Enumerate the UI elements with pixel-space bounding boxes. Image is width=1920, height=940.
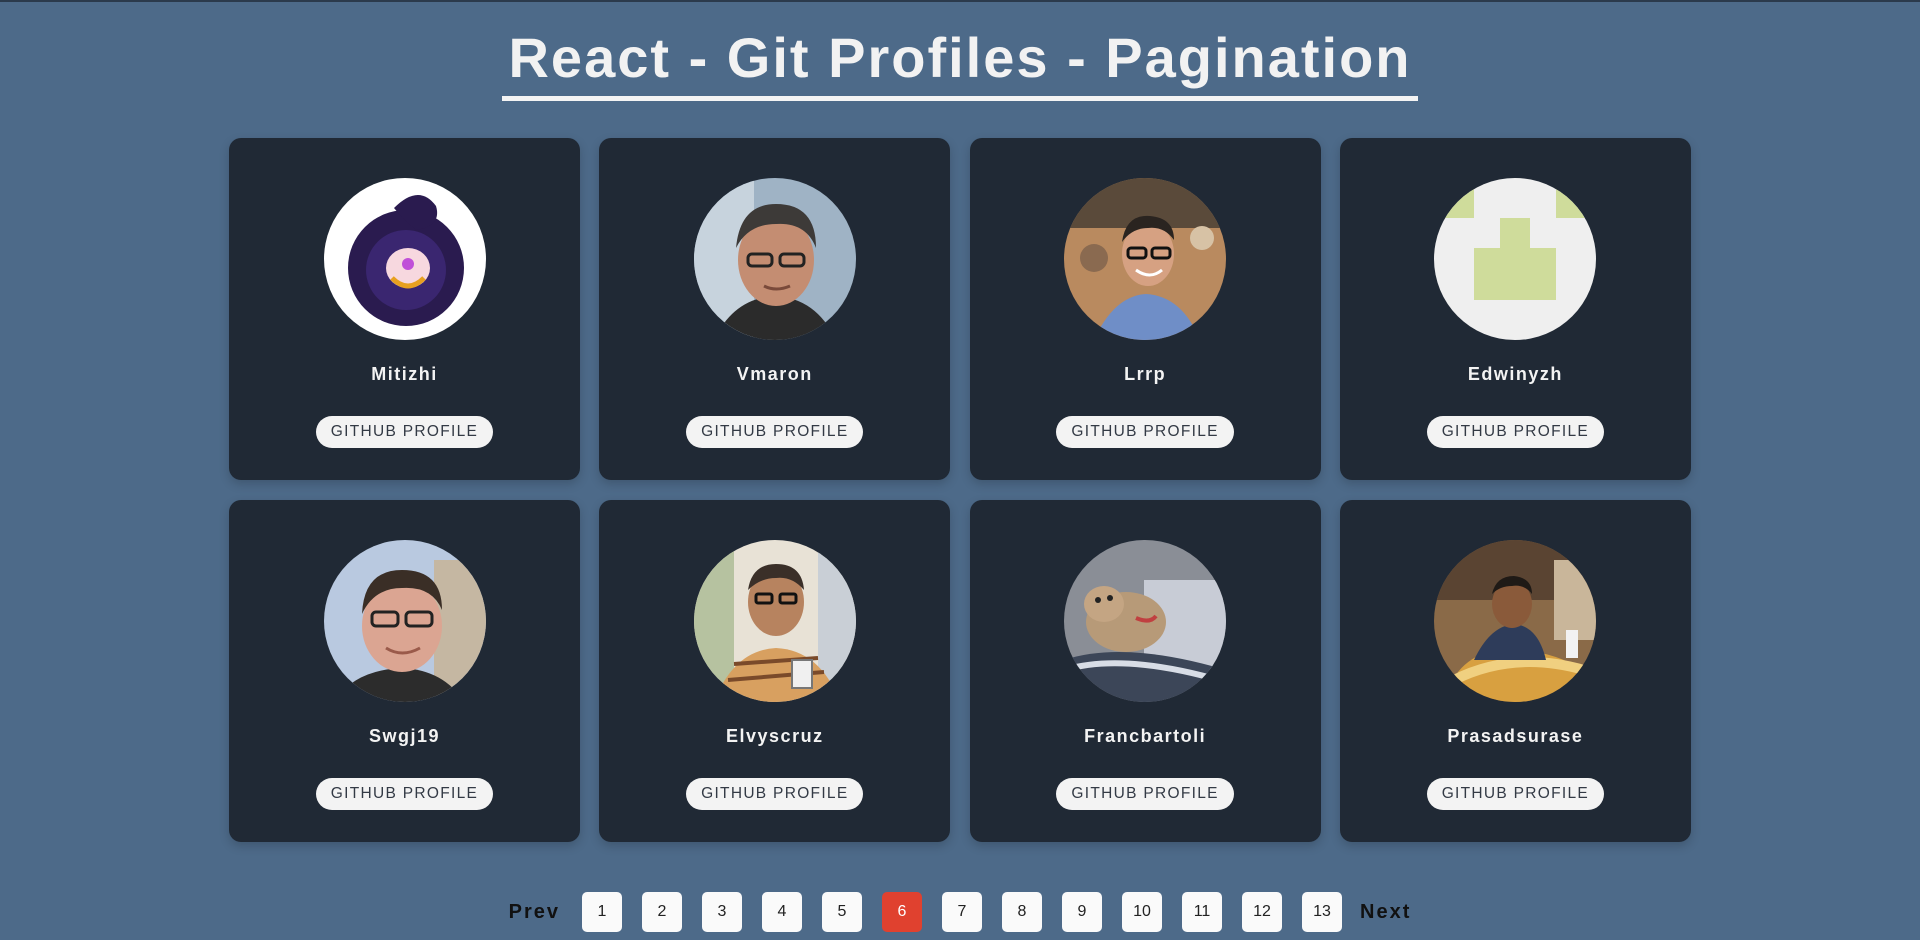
profile-card: Vmaron GITHUB PROFILE [599, 138, 951, 480]
page-button-10[interactable]: 10 [1122, 892, 1162, 932]
pagination: Prev 1 2 3 4 5 6 7 8 9 10 11 12 13 Next [0, 892, 1920, 932]
github-profile-button[interactable]: GITHUB PROFILE [686, 778, 864, 810]
dog-avatar [1064, 540, 1227, 702]
profile-card: Swgj19 GITHUB PROFILE [229, 500, 580, 842]
profile-card: Francbartoli GITHUB PROFILE [969, 500, 1321, 842]
smiling-man-avatar [1064, 178, 1227, 340]
header: React - Git Profiles - Pagination [0, 2, 1920, 101]
profile-name: Edwinyzh [1467, 364, 1563, 384]
profile-card: Edwinyzh GITHUB PROFILE [1339, 138, 1691, 480]
profile-name: Vmaron [736, 364, 813, 384]
page-button-6-active[interactable]: 6 [882, 892, 922, 932]
page-button-4[interactable]: 4 [762, 892, 802, 932]
man-selfie-avatar [323, 540, 486, 702]
page-button-5[interactable]: 5 [822, 892, 862, 932]
prev-button[interactable]: Prev [509, 901, 560, 924]
page-button-12[interactable]: 12 [1242, 892, 1282, 932]
swirl-creature-avatar [323, 178, 486, 340]
page-button-7[interactable]: 7 [942, 892, 982, 932]
page-title: React - Git Profiles - Pagination [502, 26, 1418, 101]
profile-card: Prasadsurase GITHUB PROFILE [1339, 500, 1691, 842]
profile-grid: Mitizhi GITHUB PROFILE Vmaron GITHUB PRO… [229, 138, 1691, 842]
github-profile-button[interactable]: GITHUB PROFILE [1426, 416, 1605, 448]
profile-name: Francbartoli [1084, 726, 1207, 746]
sketch-man-avatar [693, 540, 856, 702]
page-button-8[interactable]: 8 [1002, 892, 1042, 932]
profile-name: Mitizhi [371, 364, 438, 384]
profile-name: Lrrp [1124, 364, 1167, 384]
profile-name: Swgj19 [368, 726, 441, 746]
profile-card: Elvyscruz GITHUB PROFILE [599, 500, 951, 842]
profile-name: Elvyscruz [726, 726, 824, 746]
identicon-avatar [1434, 178, 1597, 340]
man-dining-avatar [1434, 540, 1597, 702]
github-profile-button[interactable]: GITHUB PROFILE [686, 416, 864, 448]
github-profile-button[interactable]: GITHUB PROFILE [315, 778, 494, 810]
page-button-13[interactable]: 13 [1302, 892, 1342, 932]
page-button-11[interactable]: 11 [1182, 892, 1222, 932]
profile-card: Lrrp GITHUB PROFILE [969, 138, 1321, 480]
profile-name: Prasadsurase [1447, 726, 1584, 746]
github-profile-button[interactable]: GITHUB PROFILE [315, 416, 494, 448]
page-button-1[interactable]: 1 [582, 892, 622, 932]
github-profile-button[interactable]: GITHUB PROFILE [1426, 778, 1605, 810]
github-profile-button[interactable]: GITHUB PROFILE [1056, 778, 1234, 810]
man-portrait-avatar [693, 178, 856, 340]
github-profile-button[interactable]: GITHUB PROFILE [1056, 416, 1234, 448]
page-buttons: 1 2 3 4 5 6 7 8 9 10 11 12 13 [582, 892, 1342, 932]
page-button-3[interactable]: 3 [702, 892, 742, 932]
next-button[interactable]: Next [1360, 901, 1411, 924]
page-button-2[interactable]: 2 [642, 892, 682, 932]
page-button-9[interactable]: 9 [1062, 892, 1102, 932]
profile-card: Mitizhi GITHUB PROFILE [229, 138, 580, 480]
